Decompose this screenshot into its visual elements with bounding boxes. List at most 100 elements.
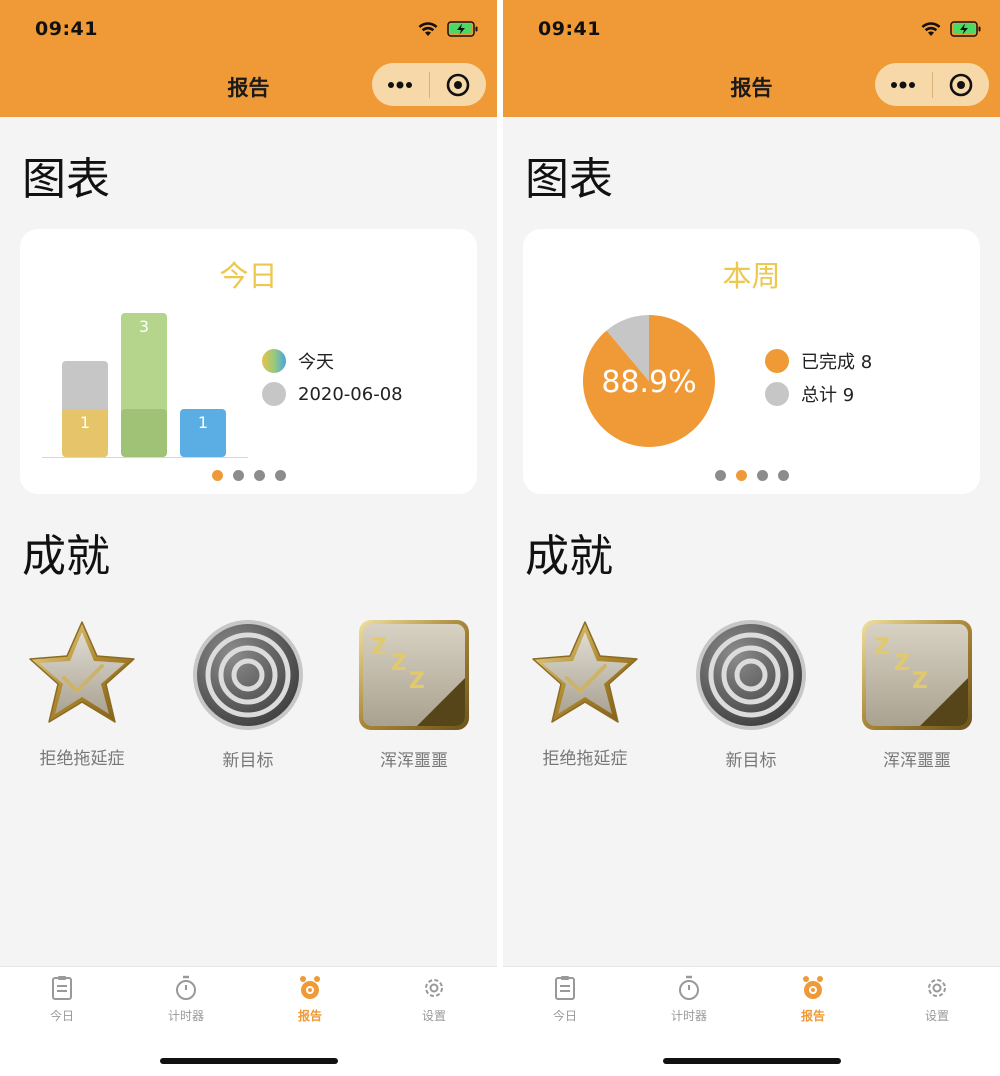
gear-icon — [425, 979, 443, 997]
achievement-label: 拒绝拖延症 — [542, 749, 628, 769]
pager-dot[interactable] — [714, 470, 726, 481]
chart-pager — [0, 470, 497, 481]
legend-label: 已完成 8 — [801, 352, 873, 373]
tab-settings[interactable]: 设置 — [897, 975, 977, 1024]
more-button[interactable] — [875, 63, 932, 106]
achievement-label: 新目标 — [222, 751, 274, 771]
legend-item-completed: 已完成 8 — [765, 349, 872, 373]
svg-text:Z: Z — [391, 651, 407, 676]
tab-label: 计时器 — [167, 1009, 204, 1023]
achievements-section-title: 成就 — [22, 531, 110, 582]
svg-text:Z: Z — [912, 669, 928, 694]
pager-dot[interactable] — [756, 470, 768, 481]
chart-legend: 今天 2020-06-08 — [262, 349, 403, 406]
bar-value-label: 1 — [198, 413, 208, 432]
phone-screen-today: 09:41 报告 图表 今日 1 3 1 今天 2020-06-08 成就 拒绝… — [0, 0, 497, 1076]
achievements-section-title: 成就 — [525, 531, 613, 582]
legend-label: 2020-06-08 — [298, 383, 403, 405]
sleep-badge-icon: Z Z Z — [359, 620, 469, 730]
stopwatch-icon — [679, 975, 699, 1000]
bar-chart: 1 3 1 — [42, 313, 248, 458]
alarm-clock-icon — [300, 976, 320, 999]
phone-screen-week: 09:41 报告 图表 本周 88.9% 已完成 8 总计 9 成就 拒绝拖延症… — [503, 0, 1000, 1076]
achievement-item[interactable]: Z Z Z 浑浑噩噩 — [852, 618, 982, 771]
more-dots-icon — [388, 81, 413, 88]
pager-dot[interactable] — [253, 470, 265, 481]
close-miniprogram-button[interactable] — [430, 63, 487, 106]
legend-item-today: 今天 — [262, 349, 403, 373]
achievement-label: 浑浑噩噩 — [883, 751, 951, 771]
legend-item-prev-date: 2020-06-08 — [262, 382, 403, 406]
bar-value-label: 3 — [139, 317, 149, 336]
battery-charging-icon — [950, 20, 981, 37]
chart-section-title: 图表 — [22, 154, 110, 205]
star-badge-icon — [532, 621, 638, 723]
chart-card[interactable]: 今日 1 3 1 今天 2020-06-08 — [20, 229, 477, 494]
close-miniprogram-button[interactable] — [933, 63, 990, 106]
header-bar: 09:41 报告 — [0, 0, 497, 117]
battery-charging-icon — [447, 20, 478, 37]
tab-today[interactable]: 今日 — [22, 975, 102, 1024]
status-time: 09:41 — [35, 18, 98, 40]
chart-card[interactable]: 本周 88.9% 已完成 8 总计 9 — [523, 229, 980, 494]
pager-dot[interactable] — [274, 470, 286, 481]
target-close-icon — [949, 73, 973, 96]
pager-dot[interactable] — [211, 470, 223, 481]
header-bar: 09:41 报告 — [503, 0, 1000, 117]
svg-text:Z: Z — [371, 635, 387, 660]
status-icons — [920, 20, 982, 37]
card-title: 今日 — [219, 259, 278, 293]
tab-label: 报告 — [297, 1009, 322, 1023]
achievement-label: 拒绝拖延症 — [39, 749, 125, 769]
legend-label: 总计 9 — [801, 385, 855, 406]
chart-section-title: 图表 — [525, 154, 613, 205]
gear-icon — [928, 979, 946, 997]
legend-swatch-completed — [765, 349, 789, 373]
achievement-item[interactable]: Z Z Z 浑浑噩噩 — [349, 618, 479, 771]
tab-timer[interactable]: 计时器 — [649, 975, 729, 1024]
tab-today[interactable]: 今日 — [525, 975, 605, 1024]
pie-center-label: 88.9% — [601, 365, 696, 400]
tab-label: 今日 — [552, 1009, 577, 1023]
tab-report[interactable]: 报告 — [270, 975, 350, 1024]
status-icons — [417, 20, 479, 37]
stopwatch-icon — [176, 975, 196, 1000]
more-button[interactable] — [372, 63, 429, 106]
svg-text:Z: Z — [874, 635, 890, 660]
achievement-item[interactable]: 新目标 — [183, 618, 313, 771]
pager-dot[interactable] — [777, 470, 789, 481]
legend-item-total: 总计 9 — [765, 382, 872, 406]
tab-timer[interactable]: 计时器 — [146, 975, 226, 1024]
wifi-icon — [418, 22, 438, 36]
target-badge-icon — [696, 620, 806, 730]
tab-label: 设置 — [924, 1009, 949, 1023]
card-title: 本周 — [722, 259, 781, 293]
legend-swatch-total — [765, 382, 789, 406]
tab-label: 报告 — [800, 1009, 825, 1023]
pager-dot[interactable] — [232, 470, 244, 481]
home-indicator[interactable] — [160, 1058, 338, 1064]
bar-value-label: 1 — [80, 413, 90, 432]
achievement-label: 新目标 — [725, 751, 777, 771]
mini-program-capsule — [875, 63, 989, 106]
chart-legend: 已完成 8 总计 9 — [765, 349, 872, 406]
pager-dot[interactable] — [735, 470, 747, 481]
target-close-icon — [446, 73, 470, 96]
clipboard-icon — [555, 976, 575, 1000]
achievement-item[interactable]: 拒绝拖延症 — [17, 618, 147, 769]
alarm-clock-icon — [803, 976, 823, 999]
screenshot-stage: 09:41 报告 图表 今日 1 3 1 今天 2020-06-08 成就 拒绝… — [0, 0, 1000, 1076]
legend-swatch-today — [262, 349, 286, 373]
clipboard-icon — [52, 976, 72, 1000]
mini-program-capsule — [372, 63, 486, 106]
tab-settings[interactable]: 设置 — [394, 975, 474, 1024]
tab-report[interactable]: 报告 — [773, 975, 853, 1024]
legend-swatch-prev — [262, 382, 286, 406]
more-dots-icon — [891, 81, 916, 88]
star-badge-icon — [29, 621, 135, 723]
achievement-item[interactable]: 新目标 — [686, 618, 816, 771]
svg-text:Z: Z — [409, 669, 425, 694]
tab-label: 计时器 — [670, 1009, 707, 1023]
home-indicator[interactable] — [663, 1058, 841, 1064]
achievement-item[interactable]: 拒绝拖延症 — [520, 618, 650, 769]
